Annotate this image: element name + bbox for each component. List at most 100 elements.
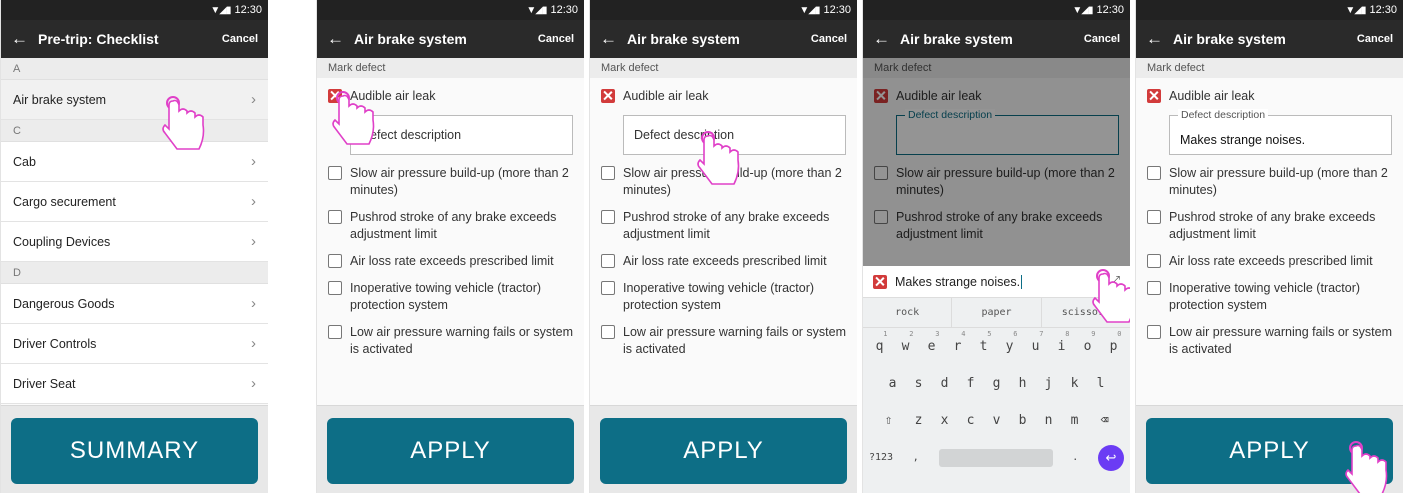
cancel-button[interactable]: Cancel xyxy=(1357,33,1393,45)
checkbox-checked[interactable] xyxy=(601,89,615,103)
checkbox[interactable] xyxy=(1147,210,1161,224)
checkbox[interactable] xyxy=(1147,281,1161,295)
checkbox-row[interactable]: Pushrod stroke of any brake exceeds adju… xyxy=(328,209,573,243)
suggestion-rock[interactable]: rock xyxy=(863,298,953,327)
checkbox-row[interactable]: Audible air leak xyxy=(328,88,573,105)
keyboard-input-bar[interactable]: Makes strange noises. ⤢ xyxy=(863,266,1130,298)
checkbox[interactable] xyxy=(601,254,615,268)
checkbox[interactable] xyxy=(328,166,342,180)
key-i[interactable]: 8i xyxy=(1049,330,1075,354)
key-o[interactable]: 9o xyxy=(1075,330,1101,354)
list-item-coupling-devices[interactable]: Coupling Devices › xyxy=(1,222,268,262)
checkbox-label: Pushrod stroke of any brake exceeds adju… xyxy=(350,210,557,241)
checkbox[interactable] xyxy=(1147,325,1161,339)
checkbox-row[interactable]: Inoperative towing vehicle (tractor) pro… xyxy=(601,280,846,314)
checkbox-row[interactable]: Inoperative towing vehicle (tractor) pro… xyxy=(1147,280,1392,314)
checkbox[interactable] xyxy=(1147,254,1161,268)
shift-key[interactable]: ⇧ xyxy=(872,413,906,428)
checkbox[interactable] xyxy=(601,210,615,224)
key-d[interactable]: d xyxy=(932,376,958,391)
checkbox-row[interactable]: Slow air pressure build-up (more than 2 … xyxy=(601,165,846,199)
back-arrow-icon[interactable]: ← xyxy=(873,29,890,49)
list-item-dangerous-goods[interactable]: Dangerous Goods › xyxy=(1,284,268,324)
checkbox-row[interactable]: Audible air leak xyxy=(1147,88,1392,105)
checkbox-checked[interactable] xyxy=(328,89,342,103)
checkbox-row[interactable]: Air loss rate exceeds prescribed limit xyxy=(1147,253,1392,270)
space-key[interactable] xyxy=(938,448,1053,467)
defect-description-field[interactable]: Defect description Makes strange noises. xyxy=(1169,109,1392,155)
checkbox-row[interactable]: Inoperative towing vehicle (tractor) pro… xyxy=(328,280,573,314)
defect-description-field[interactable]: Defect description xyxy=(350,115,573,155)
key-z[interactable]: z xyxy=(906,413,932,428)
suggestion-paper[interactable]: paper xyxy=(952,298,1042,327)
key-e[interactable]: 3e xyxy=(919,330,945,354)
key-k[interactable]: k xyxy=(1062,376,1088,391)
checkbox-row[interactable]: Audible air leak xyxy=(601,88,846,105)
checkbox[interactable] xyxy=(601,166,615,180)
list-item-air-brake-system[interactable]: Air brake system › xyxy=(1,80,268,120)
key-a[interactable]: a xyxy=(880,376,906,391)
checkbox[interactable] xyxy=(601,281,615,295)
backspace-key[interactable]: ⌫ xyxy=(1088,413,1122,428)
symbols-key[interactable]: ?123 xyxy=(869,452,893,463)
summary-button[interactable]: SUMMARY xyxy=(11,418,258,484)
checkbox-row[interactable]: Low air pressure warning fails or system… xyxy=(601,324,846,358)
cancel-button[interactable]: Cancel xyxy=(811,33,847,45)
cancel-button[interactable]: Cancel xyxy=(222,33,258,45)
list-item-driver-controls[interactable]: Driver Controls › xyxy=(1,324,268,364)
comma-key[interactable]: , xyxy=(913,452,919,463)
key-y[interactable]: 6y xyxy=(997,330,1023,354)
key-l[interactable]: l xyxy=(1088,376,1114,391)
list-item-driver-seat[interactable]: Driver Seat › xyxy=(1,364,268,404)
checkbox[interactable] xyxy=(328,254,342,268)
checkbox-row[interactable]: Low air pressure warning fails or system… xyxy=(328,324,573,358)
checkbox[interactable] xyxy=(328,325,342,339)
key-r[interactable]: 4r xyxy=(945,330,971,354)
checkbox-row[interactable]: Low air pressure warning fails or system… xyxy=(1147,324,1392,358)
cancel-button[interactable]: Cancel xyxy=(1084,33,1120,45)
key-s[interactable]: s xyxy=(906,376,932,391)
key-g[interactable]: g xyxy=(984,376,1010,391)
key-b[interactable]: b xyxy=(1010,413,1036,428)
list-item-cab[interactable]: Cab › xyxy=(1,142,268,182)
defect-description-field[interactable]: Defect description xyxy=(623,115,846,155)
checkbox-row[interactable]: Air loss rate exceeds prescribed limit xyxy=(328,253,573,270)
cancel-button[interactable]: Cancel xyxy=(538,33,574,45)
key-p[interactable]: 0p xyxy=(1101,330,1127,354)
checkbox[interactable] xyxy=(1147,166,1161,180)
back-arrow-icon[interactable]: ← xyxy=(11,29,28,49)
checkbox-row[interactable]: Pushrod stroke of any brake exceeds adju… xyxy=(601,209,846,243)
expand-icon[interactable]: ⤢ xyxy=(1110,273,1120,289)
key-q[interactable]: 1q xyxy=(867,330,893,354)
key-j[interactable]: j xyxy=(1036,376,1062,391)
checkbox-row[interactable]: Air loss rate exceeds prescribed limit xyxy=(601,253,846,270)
key-m[interactable]: m xyxy=(1062,413,1088,428)
key-n[interactable]: n xyxy=(1036,413,1062,428)
key-v[interactable]: v xyxy=(984,413,1010,428)
checkbox-checked[interactable] xyxy=(1147,89,1161,103)
apply-button[interactable]: APPLY xyxy=(327,418,574,484)
period-key[interactable]: . xyxy=(1072,452,1078,463)
key-c[interactable]: c xyxy=(958,413,984,428)
checkbox[interactable] xyxy=(328,210,342,224)
checkbox[interactable] xyxy=(601,325,615,339)
checkbox-row[interactable]: Pushrod stroke of any brake exceeds adju… xyxy=(1147,209,1392,243)
key-x[interactable]: x xyxy=(932,413,958,428)
key-u[interactable]: 7u xyxy=(1023,330,1049,354)
checkbox-row[interactable]: Slow air pressure build-up (more than 2 … xyxy=(1147,165,1392,199)
list-item-cargo-securement[interactable]: Cargo securement › xyxy=(1,182,268,222)
apply-button[interactable]: APPLY xyxy=(600,418,847,484)
apply-button[interactable]: APPLY xyxy=(1146,418,1393,484)
checkbox[interactable] xyxy=(328,281,342,295)
chevron-right-icon: › xyxy=(251,295,256,312)
key-w[interactable]: 2w xyxy=(893,330,919,354)
back-arrow-icon[interactable]: ← xyxy=(327,29,344,49)
enter-key[interactable]: ↩ xyxy=(1097,444,1124,471)
key-t[interactable]: 5t xyxy=(971,330,997,354)
back-arrow-icon[interactable]: ← xyxy=(1146,29,1163,49)
key-f[interactable]: f xyxy=(958,376,984,391)
suggestion-scissors[interactable]: scissors xyxy=(1042,298,1130,327)
back-arrow-icon[interactable]: ← xyxy=(600,29,617,49)
checkbox-row[interactable]: Slow air pressure build-up (more than 2 … xyxy=(328,165,573,199)
key-h[interactable]: h xyxy=(1010,376,1036,391)
